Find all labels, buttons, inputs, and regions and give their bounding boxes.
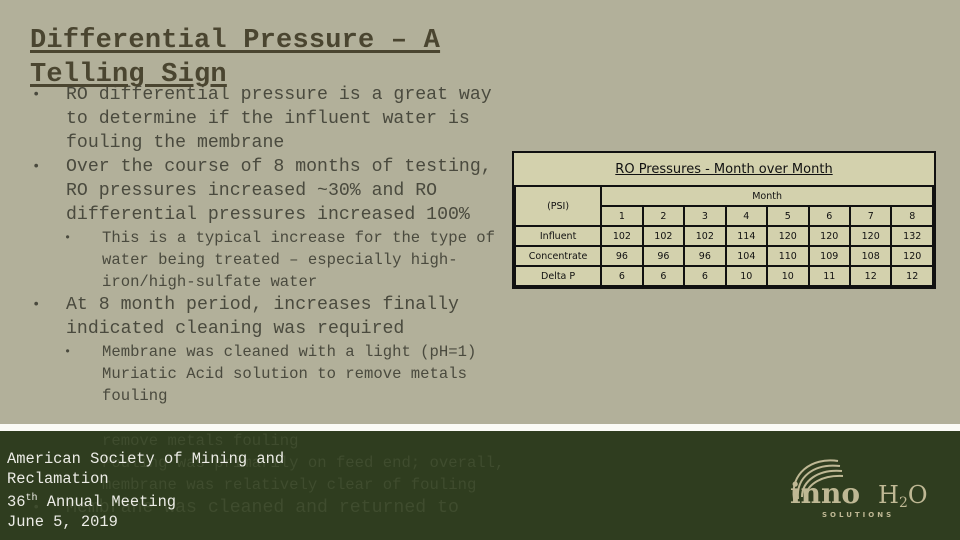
table-cell: 120 [890,245,934,267]
unit-label: (PSI) [513,185,603,227]
innoh2o-logo: inno H2O SOLUTIONS [790,459,928,519]
table-cell: 96 [641,245,686,267]
table-cell: 11 [807,265,851,287]
logo-solutions: SOLUTIONS [822,511,894,519]
table-cell: 110 [766,245,810,267]
month-header-cell: 5 [766,205,810,227]
month-header-cell: 1 [600,205,644,227]
bullet-item: • RO differential pressure is a great way… [32,85,492,153]
table-title: RO Pressures - Month over Month [515,153,933,187]
meeting-date: June 5, 2019 [7,512,118,531]
bullet-icon: • [64,345,72,359]
conference-info: American Society of Mining and Reclamati… [7,450,284,532]
table-cell: 104 [724,245,769,267]
logo-inno: inno [790,477,860,510]
table-cell: 12 [848,265,893,287]
table-cell: 10 [724,265,769,287]
slide: Differential Pressure – A Telling Sign •… [0,0,960,540]
table-cell: 96 [600,245,644,267]
month-group-header: Month [600,185,934,207]
table-cell: 6 [641,265,686,287]
table-cell: 102 [600,225,644,247]
table-cell: 12 [890,265,934,287]
table-cell: 132 [890,225,934,247]
row-label: Concentrate [513,245,603,267]
table-cell: 120 [807,225,851,247]
table-cell: 102 [683,225,727,247]
slide-body: • RO differential pressure is a great way… [30,83,520,407]
sub-bullet-item: • This is a typical increase for the type… [64,229,496,291]
row-label: Delta P [513,265,603,287]
bullet-icon: • [32,297,41,313]
meeting-name: 36th Annual Meeting [7,493,177,512]
month-header-cell: 6 [807,205,851,227]
bullet-item: • Over the course of 8 months of testing,… [32,157,492,225]
logo-h2o: H2O [878,481,928,511]
table-cell: 120 [848,225,893,247]
bullet-item: • At 8 month period, increases finally in… [32,295,459,339]
table-cell: 96 [683,245,727,267]
sub-bullet-item: remove metals fouling [102,432,299,450]
footer: remove metals fouling • Fouling was prima… [0,431,960,540]
table-cell: 10 [766,265,810,287]
month-header-cell: 7 [848,205,893,227]
org-name-line1: American Society of Mining and [7,450,285,468]
table-cell: 6 [600,265,644,287]
table-cell: 6 [683,265,727,287]
month-header-cell: 4 [724,205,769,227]
slide-title: Differential Pressure – A Telling Sign [30,26,441,90]
month-header-cell: 8 [890,205,934,227]
table-cell: 109 [807,245,851,267]
org-name-line2: Reclamation [7,469,109,488]
table-row: Influent 102 102 102 114 120 120 120 132 [513,225,934,247]
ro-pressures-table: RO Pressures - Month over Month (PSI) Mo… [512,151,936,289]
bullet-icon: • [32,159,41,175]
table-cell: 114 [724,225,769,247]
table-cell: 102 [641,225,686,247]
table-cell: 120 [766,225,810,247]
table-row: Delta P 6 6 6 10 10 11 12 12 [513,265,934,287]
month-header-cell: 2 [641,205,686,227]
table-cell: 108 [848,245,893,267]
month-header-cell: 3 [683,205,727,227]
row-label: Influent [513,225,603,247]
table-row: Concentrate 96 96 96 104 110 109 108 120 [513,245,934,267]
bullet-icon: • [64,231,72,245]
sub-bullet-item: • Membrane was cleaned with a light (pH=1… [64,343,477,405]
